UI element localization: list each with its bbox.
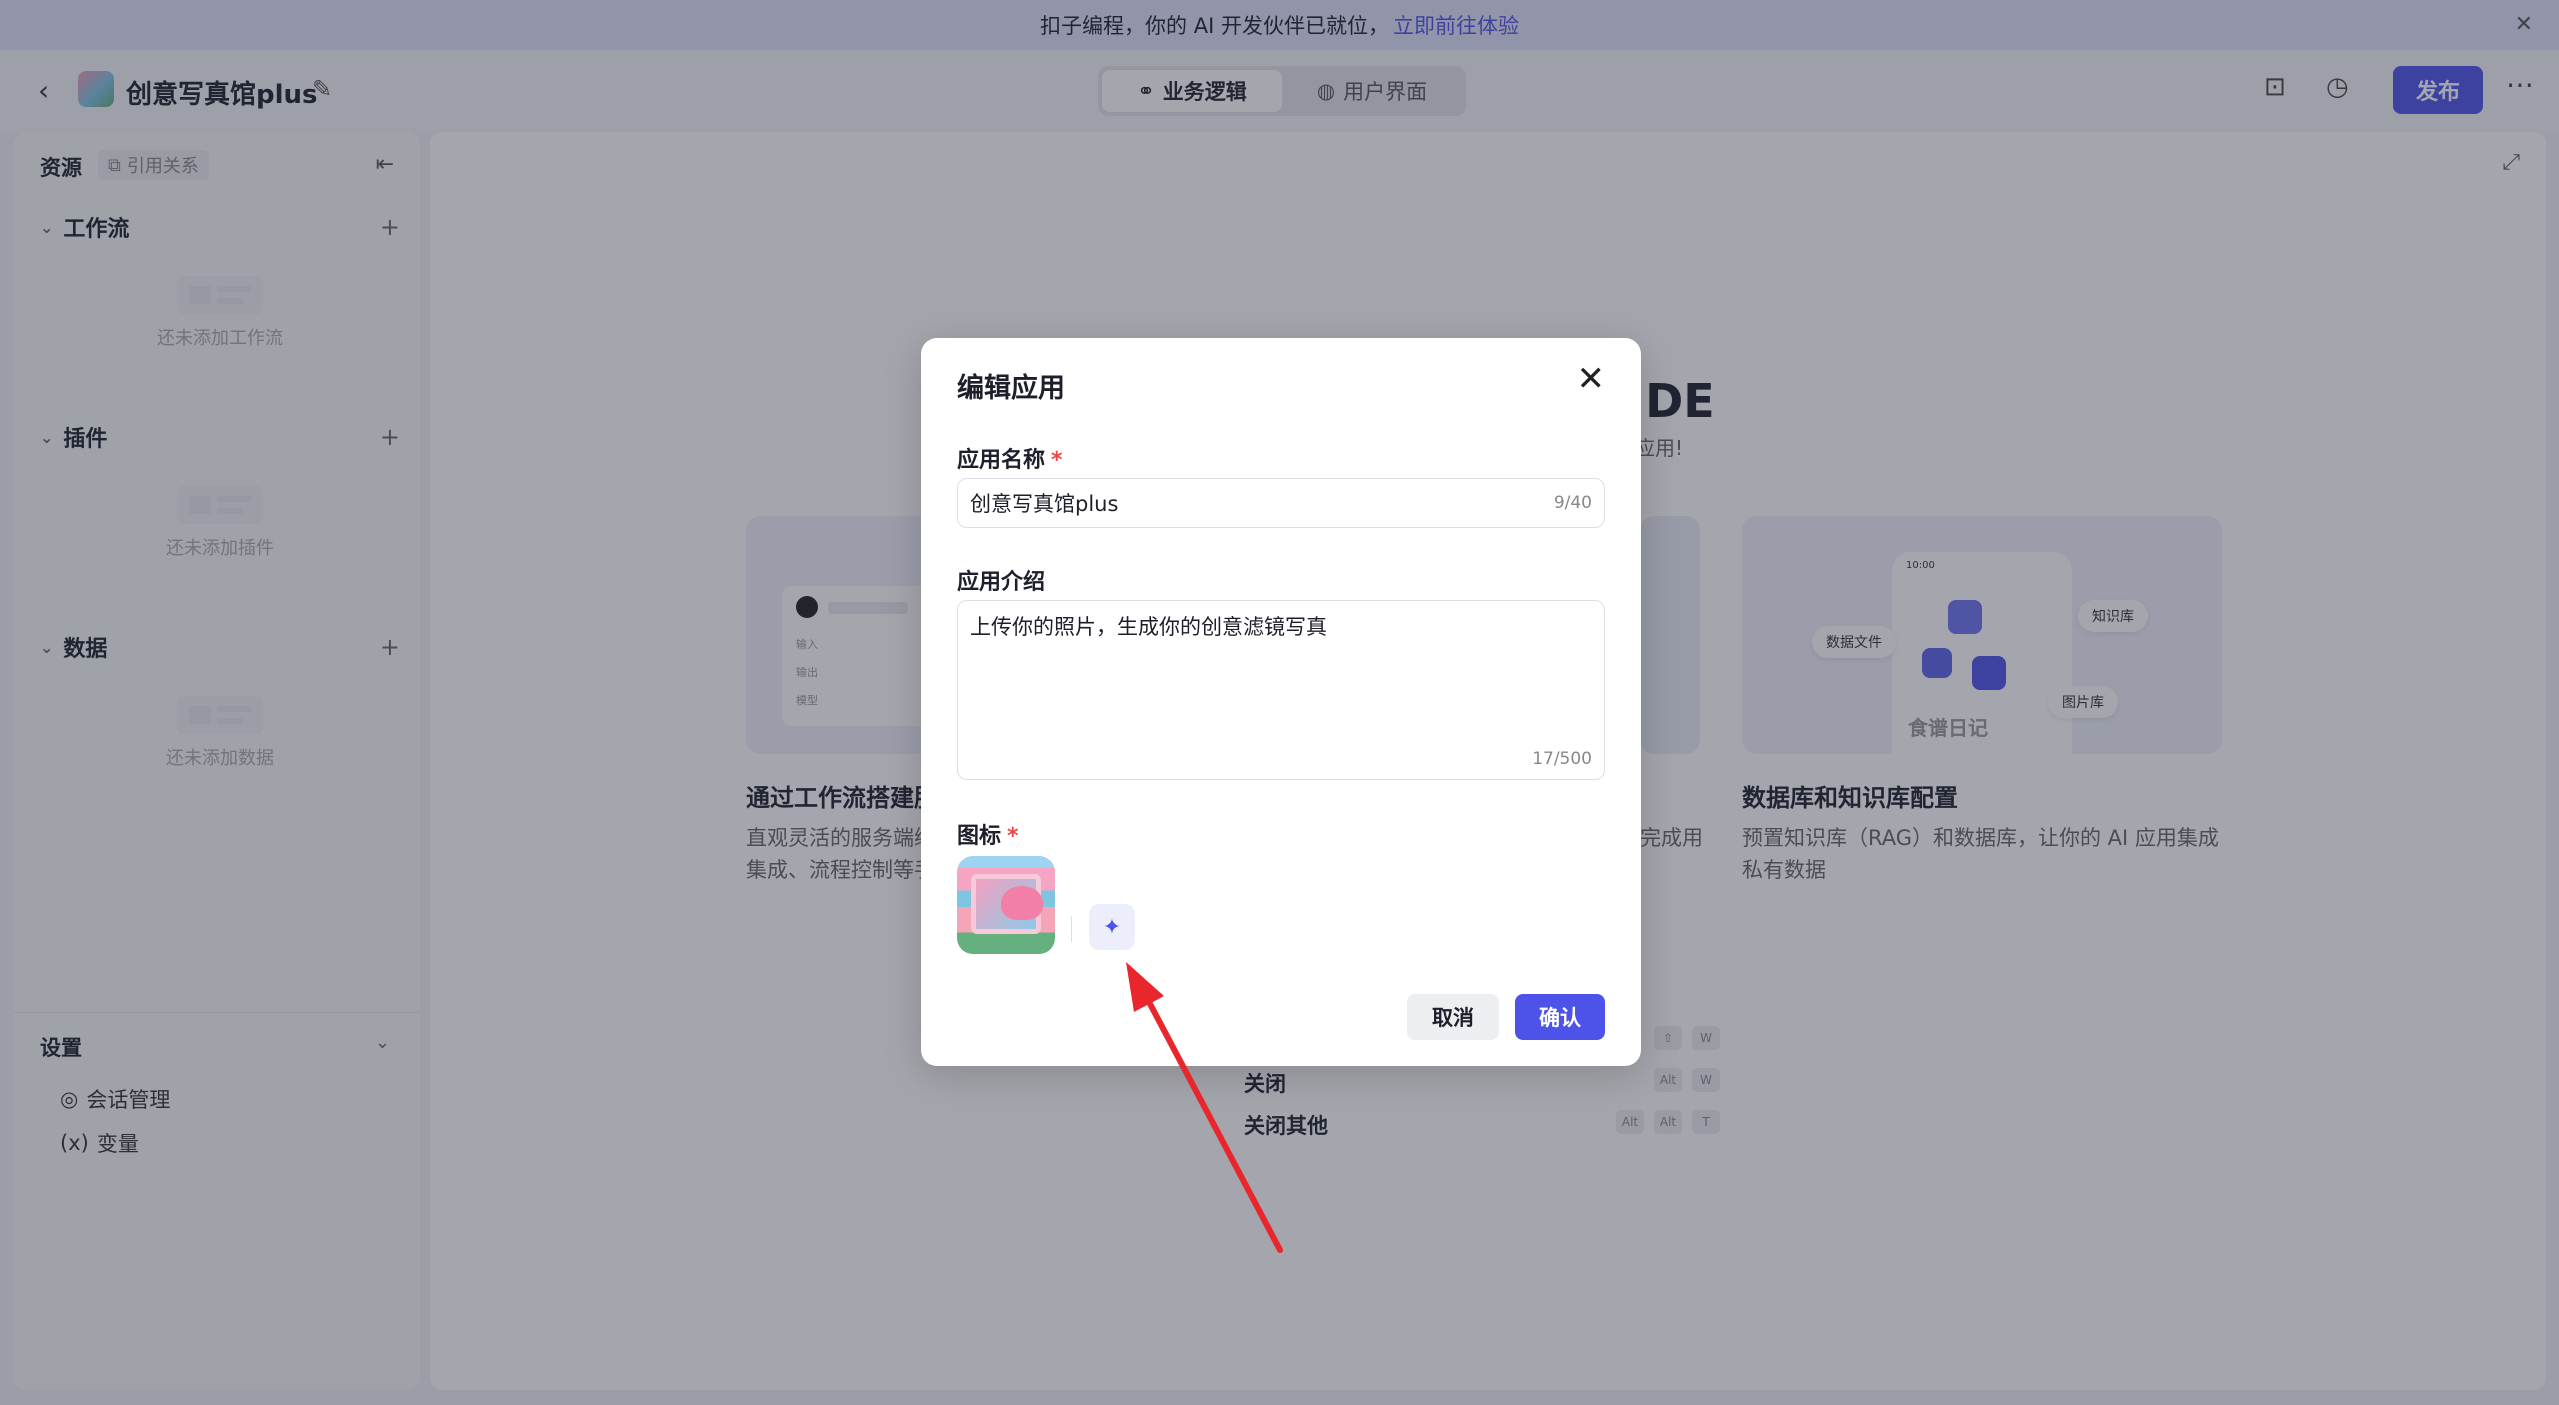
- arrow-shaft: [1145, 997, 1283, 1253]
- arrow-head: [1126, 962, 1164, 1012]
- annotation-arrow: [1126, 962, 1283, 1253]
